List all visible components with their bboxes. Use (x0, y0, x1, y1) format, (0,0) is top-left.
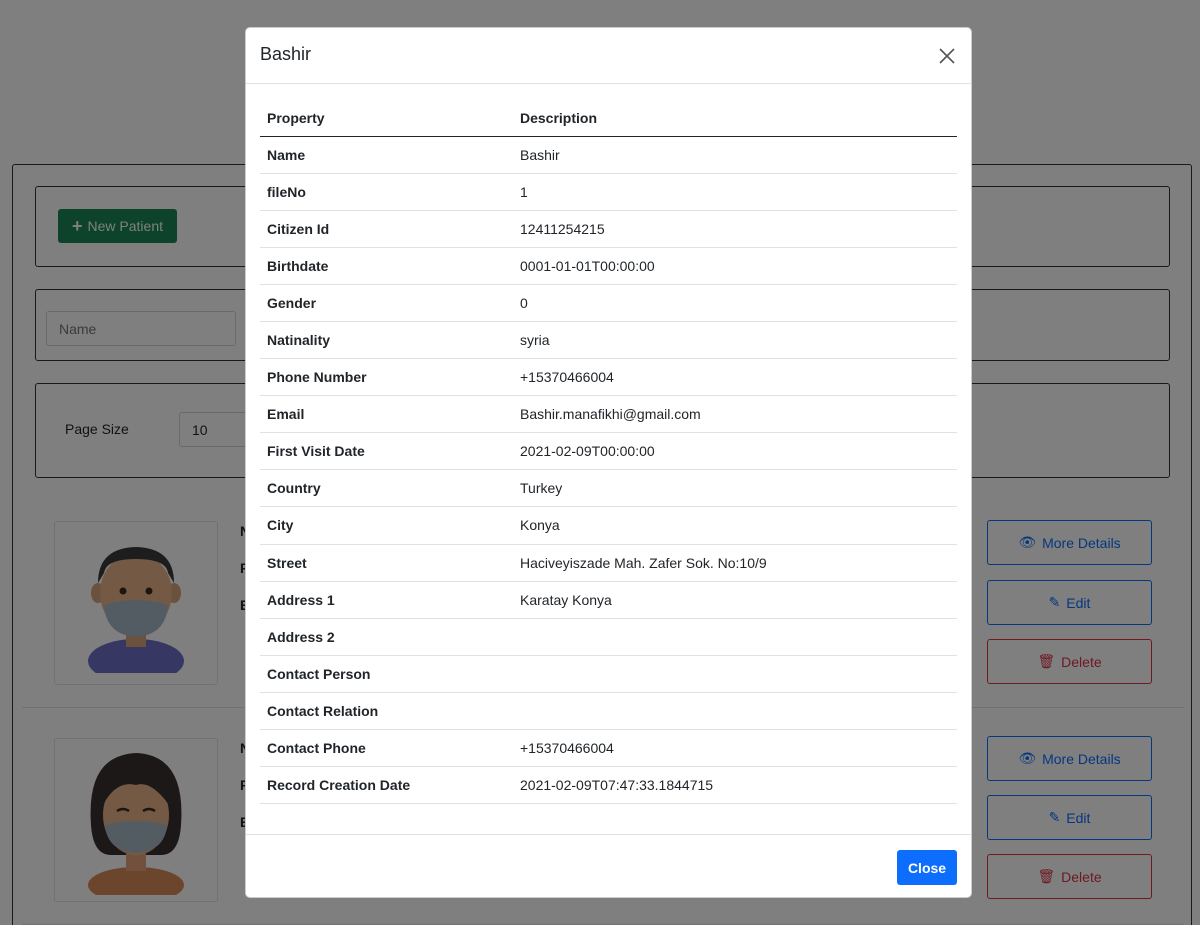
property-name: Contact Phone (260, 729, 513, 768)
table-body: Name Bashir fileNo 1 Citizen Id 12411254215 Bi… (260, 136, 957, 805)
property-name: Email (260, 395, 513, 434)
property-value: 12411254215 (513, 210, 957, 248)
property-column-header: Property (260, 101, 513, 137)
table-row: Contact Relation (260, 692, 957, 731)
property-name: Contact Person (260, 655, 513, 693)
property-value (513, 618, 957, 656)
close-button[interactable]: Close (897, 850, 957, 885)
property-value: Turkey (513, 469, 957, 508)
patient-properties-table: Property Description Name Bashir fileNo 1 Ci… (260, 101, 957, 805)
property-name: First Visit Date (260, 432, 513, 471)
property-value: Konya (513, 506, 957, 545)
close-icon[interactable] (935, 44, 959, 68)
property-value: +15370466004 (513, 358, 957, 397)
property-name: Phone Number (260, 358, 513, 397)
modal-footer: Close (246, 834, 971, 898)
property-value: 2021-02-09T07:47:33.1844715 (513, 766, 957, 805)
property-name: fileNo (260, 173, 513, 211)
property-value: 1 (513, 173, 957, 211)
property-name: Record Creation Date (260, 766, 513, 805)
table-row: Street Haciveyiszade Mah. Zafer Sok. No:1… (260, 544, 957, 582)
property-value: 0001-01-01T00:00:00 (513, 247, 957, 285)
table-row: Contact Person (260, 655, 957, 693)
property-name: Address 1 (260, 581, 513, 619)
table-row: First Visit Date 2021-02-09T00:00:00 (260, 432, 957, 471)
table-row: Address 1 Karatay Konya (260, 581, 957, 619)
description-column-header: Description (513, 101, 957, 137)
property-value: Bashir (513, 136, 957, 174)
property-name: Name (260, 136, 513, 174)
modal-header: Bashir (246, 28, 971, 84)
table-row: Record Creation Date 2021-02-09T07:47:33.… (260, 766, 957, 805)
property-value: 2021-02-09T00:00:00 (513, 432, 957, 471)
table-row: Gender 0 (260, 284, 957, 322)
table-row: fileNo 1 (260, 173, 957, 211)
table-row: Phone Number +15370466004 (260, 358, 957, 397)
property-value (513, 692, 957, 731)
property-value: Bashir.manafikhi@gmail.com (513, 395, 957, 434)
property-name: Citizen Id (260, 210, 513, 248)
table-row: Birthdate 0001-01-01T00:00:00 (260, 247, 957, 285)
table-header-row: Property Description (260, 101, 957, 137)
modal-title: Bashir (260, 44, 312, 64)
property-value (513, 655, 957, 693)
property-name: Address 2 (260, 618, 513, 656)
property-value: 0 (513, 284, 957, 322)
property-value: syria (513, 321, 957, 360)
table-row: Email Bashir.manafikhi@gmail.com (260, 395, 957, 434)
property-name: Natinality (260, 321, 513, 360)
property-value: Karatay Konya (513, 581, 957, 619)
property-name: Birthdate (260, 247, 513, 285)
table-row: Citizen Id 12411254215 (260, 210, 957, 248)
property-name: City (260, 506, 513, 545)
table-row: Name Bashir (260, 136, 957, 174)
modal-body: Property Description Name Bashir fileNo 1 Ci… (260, 101, 957, 805)
table-row: City Konya (260, 506, 957, 545)
property-name: Street (260, 544, 513, 582)
table-row: Country Turkey (260, 469, 957, 508)
property-value: +15370466004 (513, 729, 957, 768)
property-name: Contact Relation (260, 692, 513, 731)
table-row: Address 2 (260, 618, 957, 656)
table-row: Contact Phone +15370466004 (260, 729, 957, 768)
patient-details-modal: Bashir Property Description Name Bashir fi… (245, 27, 972, 898)
property-name: Country (260, 469, 513, 508)
property-name: Gender (260, 284, 513, 322)
table-row: Natinality syria (260, 321, 957, 360)
property-value: Haciveyiszade Mah. Zafer Sok. No:10/9 (513, 544, 957, 582)
